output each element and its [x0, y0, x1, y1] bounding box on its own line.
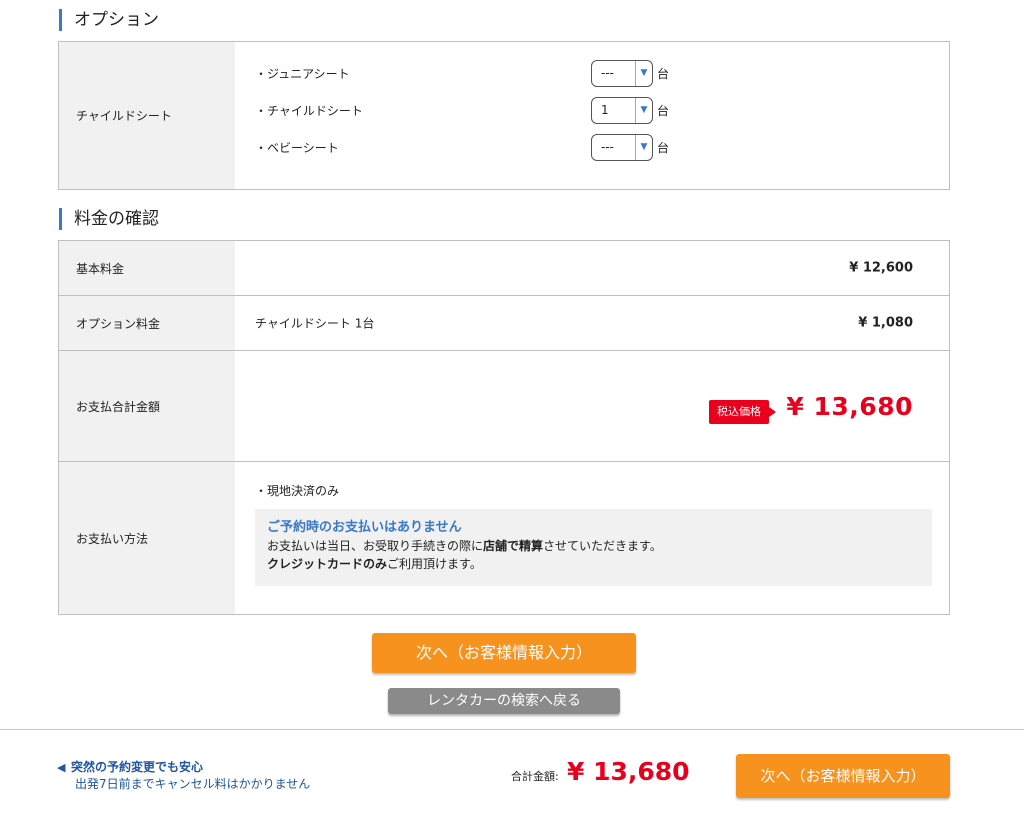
option-fee-cell: チャイルドシート 1台 ¥ 1,080: [235, 296, 949, 350]
footer-total-label: 合計金額:: [511, 770, 559, 783]
baby-seat-unit: 台: [657, 140, 670, 155]
child-seat-options: ・ジュニアシート --- ▼ 台 ・チャイルドシート 1 ▼ 台 ・ベビーシート…: [235, 42, 949, 189]
child-seat-line: ・チャイルドシート 1 ▼ 台: [255, 96, 895, 124]
base-fee-cell: ¥ 12,600: [235, 241, 949, 295]
options-section-title: オプション: [59, 9, 159, 31]
option-fee-row: オプション料金 チャイルドシート 1台 ¥ 1,080: [59, 296, 949, 351]
chevron-down-icon: ▼: [635, 97, 652, 123]
payment-line1-text: お支払いは当日、お受取り手続きの際に: [267, 539, 484, 553]
baby-seat-line: ・ベビーシート --- ▼ 台: [255, 133, 895, 161]
payment-method-row: お支払い方法 ・現地決済のみ ご予約時のお支払いはありません お支払いは当日、お…: [59, 462, 949, 614]
base-fee-row: 基本料金 ¥ 12,600: [59, 241, 949, 296]
back-to-search-button[interactable]: レンタカーの検索へ戻る: [388, 688, 620, 714]
baby-seat-label: ・ベビーシート: [255, 140, 339, 155]
price-table: 基本料金 ¥ 12,600 オプション料金 チャイルドシート 1台 ¥ 1,08…: [58, 240, 950, 615]
junior-seat-value: ---: [601, 66, 614, 80]
total-cell: 税込価格 ¥ 13,680: [235, 351, 949, 461]
megaphone-icon: ◀: [57, 761, 66, 774]
payment-info-heading: ご予約時のお支払いはありません: [267, 520, 462, 535]
child-seat-value: 1: [601, 103, 609, 117]
options-table: チャイルドシート ・ジュニアシート --- ▼ 台 ・チャイルドシート 1 ▼ …: [58, 41, 950, 190]
footer-total-amount: ¥ 13,680: [567, 757, 690, 786]
option-fee-amount: ¥ 1,080: [858, 315, 913, 331]
next-customer-info-button[interactable]: 次へ（お客様情報入力）: [372, 633, 636, 673]
junior-seat-select[interactable]: --- ▼: [591, 59, 653, 87]
cancellation-message: ◀ 突然の予約変更でも安心 出発7日前までキャンセル料はかかりません: [57, 759, 310, 793]
baby-seat-value: ---: [601, 140, 614, 154]
total-amount: ¥ 13,680: [786, 392, 913, 421]
cancellation-title: 突然の予約変更でも安心: [71, 760, 204, 774]
payment-line2-text: ご利用頂けます。: [387, 557, 482, 571]
junior-seat-label: ・ジュニアシート: [255, 66, 350, 81]
child-seat-name: ・チャイルドシート: [255, 103, 363, 118]
price-section-title: 料金の確認: [59, 208, 159, 230]
payment-info-line1: お支払いは当日、お受取り手続きの際に店舗で精算させていただきます。: [267, 537, 920, 555]
payment-line1-text-end: させていただきます。: [543, 539, 662, 553]
payment-note: ・現地決済のみ: [255, 484, 340, 498]
child-seat-row: チャイルドシート ・ジュニアシート --- ▼ 台 ・チャイルドシート 1 ▼ …: [59, 42, 949, 189]
payment-method-label: お支払い方法: [59, 462, 235, 614]
base-fee-label: 基本料金: [59, 241, 235, 295]
baby-seat-select[interactable]: --- ▼: [591, 133, 653, 161]
sticky-footer: ◀ 突然の予約変更でも安心 出発7日前までキャンセル料はかかりません 合計金額: …: [0, 729, 1024, 816]
payment-line2-bold: クレジットカードのみ: [267, 557, 388, 571]
option-fee-label: オプション料金: [59, 296, 235, 350]
payment-info-line2: クレジットカードのみご利用頂けます。: [267, 555, 920, 573]
child-seat-select[interactable]: 1 ▼: [591, 96, 653, 124]
total-row: お支払合計金額 税込価格 ¥ 13,680: [59, 351, 949, 462]
child-seat-unit: 台: [657, 103, 670, 118]
option-fee-description: チャイルドシート 1台: [255, 316, 375, 331]
cancellation-subtitle: 出発7日前までキャンセル料はかかりません: [75, 777, 311, 791]
footer-next-button[interactable]: 次へ（お客様情報入力）: [736, 754, 950, 798]
base-fee-amount: ¥ 12,600: [849, 260, 913, 276]
child-seat-label: チャイルドシート: [59, 42, 235, 189]
payment-method-cell: ・現地決済のみ ご予約時のお支払いはありません お支払いは当日、お受取り手続きの…: [235, 462, 949, 614]
chevron-down-icon: ▼: [635, 134, 652, 160]
junior-seat-line: ・ジュニアシート --- ▼ 台: [255, 59, 895, 87]
payment-line1-bold: 店舗で精算: [483, 539, 544, 553]
chevron-down-icon: ▼: [635, 60, 652, 86]
payment-info-box: ご予約時のお支払いはありません お支払いは当日、お受取り手続きの際に店舗で精算さ…: [255, 509, 932, 586]
tax-included-badge: 税込価格: [709, 400, 776, 424]
total-label: お支払合計金額: [59, 351, 235, 461]
junior-seat-unit: 台: [657, 66, 670, 81]
